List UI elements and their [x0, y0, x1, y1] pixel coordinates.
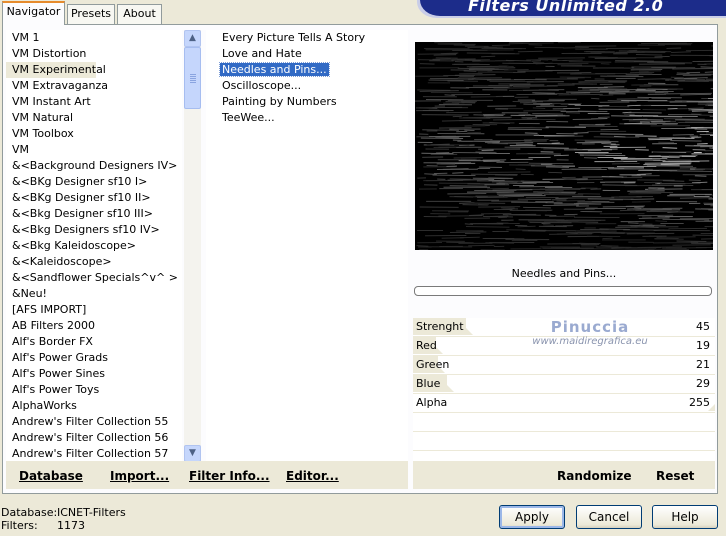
reset-button[interactable]: Reset [656, 461, 694, 489]
preview-image [415, 42, 713, 250]
category-item[interactable]: [AFS IMPORT] [6, 302, 182, 318]
category-item[interactable]: Alf's Power Toys [6, 382, 182, 398]
category-item[interactable]: Alf's Power Sines [6, 366, 182, 382]
category-item[interactable]: &<Background Designers IV> [6, 158, 182, 174]
category-item[interactable]: VM Distortion [6, 46, 182, 62]
category-item[interactable]: Andrew's Filter Collection 57 [6, 446, 182, 462]
editor-button[interactable]: Editor... [286, 461, 339, 489]
import-button[interactable]: Import... [110, 461, 169, 489]
randomize-button[interactable]: Randomize [557, 461, 631, 489]
category-item[interactable]: &<Bkg Designers sf10 IV> [6, 222, 182, 238]
database-button[interactable]: Database [19, 461, 83, 489]
category-item[interactable]: Alf's Power Grads [6, 350, 182, 366]
category-item[interactable]: &<BKg Designer sf10 I> [6, 174, 182, 190]
filters-count-value: 1173 [57, 519, 85, 532]
slider-value: 19 [696, 339, 710, 352]
filter-item[interactable]: Love and Hate [206, 46, 408, 62]
database-label: Database: [1, 506, 58, 519]
filter-item[interactable]: Painting by Numbers [206, 94, 408, 110]
category-item[interactable]: VM Instant Art [6, 94, 182, 110]
category-list[interactable]: VM 1 VM Distortion VM Experimental VM Extra… [6, 30, 182, 462]
slider-value: 29 [696, 377, 710, 390]
category-item[interactable]: VM Extravaganza [6, 78, 182, 94]
category-item[interactable]: VM Experimental [6, 62, 106, 78]
slider-label: Strenght [416, 320, 464, 333]
scroll-down-icon[interactable]: ▼ [184, 445, 201, 462]
scroll-thumb[interactable] [184, 47, 201, 109]
slider-blue[interactable]: Blue 29 [413, 375, 715, 394]
slider-value: 21 [696, 358, 710, 371]
category-item[interactable]: Andrew's Filter Collection 56 [6, 430, 182, 446]
slider-value: 45 [696, 320, 710, 333]
filters-count-label: Filters: [1, 519, 38, 532]
slider-label: Red [416, 339, 437, 352]
slider-value: 255 [689, 396, 710, 409]
selected-filter-name: Needles and Pins... [511, 267, 617, 280]
category-item[interactable]: VM Toolbox [6, 126, 182, 142]
scroll-up-icon[interactable]: ▲ [184, 30, 201, 47]
slider-alpha[interactable]: Alpha 255 [413, 394, 715, 413]
slider-green[interactable]: Green 21 [413, 356, 715, 375]
category-item[interactable]: &<Kaleidoscope> [6, 254, 182, 270]
filter-list[interactable]: Every Picture Tells A Story Love and Hate… [206, 30, 408, 462]
category-scrollbar[interactable]: ▲ ▼ [184, 30, 201, 462]
filter-item[interactable]: Needles and Pins... [206, 62, 408, 78]
category-item[interactable]: AB Filters 2000 [6, 318, 182, 334]
category-item[interactable]: &<Sandflower Specials^v^ > [6, 270, 182, 286]
category-item[interactable]: AlphaWorks [6, 398, 182, 414]
parameter-sliders: Strenght 45 Red 19 Green 21 Blue 29 Alpha 255 [413, 318, 715, 470]
slider-label: Green [416, 358, 450, 371]
category-item[interactable]: Alf's Border FX [6, 334, 182, 350]
category-item[interactable]: VM Natural [6, 110, 182, 126]
cancel-button[interactable]: Cancel [576, 505, 642, 529]
category-item[interactable]: VM [6, 142, 182, 158]
filter-item[interactable]: Oscilloscope... [206, 78, 408, 94]
filter-item[interactable]: Every Picture Tells A Story [206, 30, 408, 46]
apply-button[interactable]: Apply [499, 505, 565, 529]
category-item[interactable]: &<Bkg Kaleidoscope> [6, 238, 182, 254]
help-button[interactable]: Help [652, 505, 718, 529]
category-item[interactable]: Andrew's Filter Collection 55 [6, 414, 182, 430]
tab-navigator[interactable]: Navigator [2, 1, 65, 25]
slider-label: Alpha [416, 396, 448, 409]
progress-bar [414, 286, 712, 296]
brand-title: Filters Unlimited 2.0 [420, 0, 726, 16]
category-item[interactable]: &Neu! [6, 286, 182, 302]
category-item[interactable]: VM 1 [6, 30, 182, 46]
slider-label: Blue [416, 377, 441, 390]
tab-about[interactable]: About [117, 4, 162, 24]
slider-red[interactable]: Red 19 [413, 337, 715, 356]
slider-handle[interactable] [440, 385, 454, 392]
database-value: ICNET-Filters [57, 506, 126, 519]
category-item[interactable]: &<BKg Designer sf10 II> [6, 190, 182, 206]
slider-strenght[interactable]: Strenght 45 [413, 318, 715, 337]
empty-parameter-row [413, 432, 715, 451]
filter-item[interactable]: TeeWee... [206, 110, 408, 126]
filter-info-button[interactable]: Filter Info... [189, 461, 270, 489]
tab-presets[interactable]: Presets [67, 4, 115, 24]
empty-parameter-row [413, 413, 715, 432]
category-item[interactable]: &<Bkg Designer sf10 III> [6, 206, 182, 222]
